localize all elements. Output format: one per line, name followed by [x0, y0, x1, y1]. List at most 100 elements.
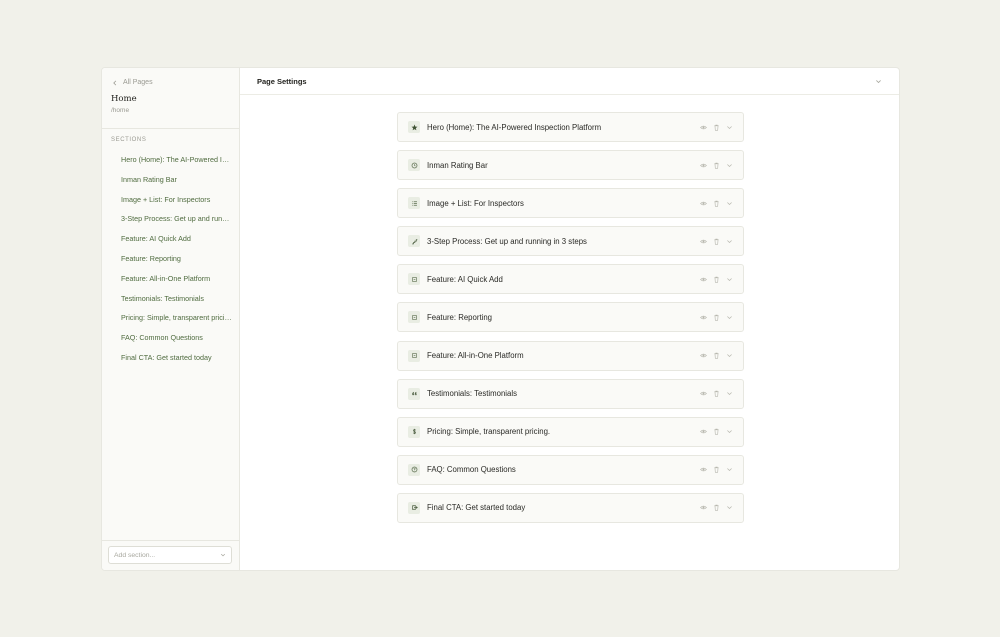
- section-card[interactable]: Testimonials: Testimonials: [397, 378, 744, 409]
- sidebar-item-faq[interactable]: FAQ: Common Questions: [102, 328, 239, 348]
- section-card[interactable]: Pricing: Simple, transparent pricing.: [397, 416, 744, 447]
- delete-button[interactable]: [713, 124, 720, 131]
- sidebar-item-feature-all-in-one[interactable]: Feature: All-in-One Platform: [102, 269, 239, 289]
- section-card-list: Hero (Home): The AI-Powered Inspection P…: [397, 112, 744, 531]
- section-card[interactable]: Image + List: For Inspectors: [397, 188, 744, 219]
- section-card[interactable]: Inman Rating Bar: [397, 150, 744, 181]
- chevron-down-icon: [727, 163, 732, 167]
- trash-icon: [714, 352, 719, 359]
- delete-button[interactable]: [713, 200, 720, 207]
- visibility-toggle[interactable]: [700, 466, 707, 473]
- delete-button[interactable]: [713, 466, 720, 473]
- quote-icon: [408, 387, 420, 400]
- add-section-select[interactable]: Add section...: [108, 546, 232, 564]
- section-card[interactable]: 3-Step Process: Get up and running in 3 …: [397, 226, 744, 257]
- trash-icon: [714, 238, 719, 245]
- expand-button[interactable]: [726, 124, 733, 131]
- section-card-label: Testimonials: Testimonials: [427, 389, 517, 399]
- trash-icon: [714, 390, 719, 397]
- question-icon: [408, 463, 420, 476]
- visibility-toggle[interactable]: [700, 276, 707, 283]
- expand-button[interactable]: [726, 238, 733, 245]
- sidebar-item-pricing[interactable]: Pricing: Simple, transparent pricing.: [102, 308, 239, 328]
- eye-icon: [700, 277, 707, 282]
- delete-button[interactable]: [713, 428, 720, 435]
- section-card-label: Hero (Home): The AI-Powered Inspection P…: [427, 122, 602, 132]
- expand-button[interactable]: [726, 314, 733, 321]
- eye-icon: [700, 391, 707, 396]
- section-card-actions: [700, 238, 733, 245]
- sections-heading: Sections: [111, 137, 147, 143]
- visibility-toggle[interactable]: [700, 314, 707, 321]
- chevron-down-icon: [727, 392, 732, 396]
- trash-icon: [714, 314, 719, 321]
- sidebar-item-feature-ai-quick-add[interactable]: Feature: AI Quick Add: [102, 229, 239, 249]
- delete-button[interactable]: [713, 504, 720, 512]
- section-card[interactable]: Feature: Reporting: [397, 302, 744, 333]
- visibility-toggle[interactable]: [700, 504, 707, 511]
- sidebar-item-final-cta[interactable]: Final CTA: Get started today: [102, 348, 239, 368]
- section-card[interactable]: Feature: AI Quick Add: [397, 264, 744, 295]
- expand-button[interactable]: [726, 390, 733, 397]
- expand-button[interactable]: [726, 466, 733, 473]
- expand-button[interactable]: [726, 352, 733, 359]
- section-card[interactable]: Hero (Home): The AI-Powered Inspection P…: [397, 112, 744, 142]
- star-icon: [408, 121, 420, 133]
- delete-button[interactable]: [713, 238, 720, 245]
- visibility-toggle[interactable]: [700, 162, 707, 169]
- visibility-toggle[interactable]: [700, 200, 707, 207]
- clock-icon: [408, 159, 420, 172]
- trash-icon: [714, 162, 719, 169]
- section-card-actions: [700, 314, 733, 321]
- section-card[interactable]: Feature: All-in-One Platform: [397, 340, 744, 371]
- all-pages-link[interactable]: All Pages: [102, 68, 239, 88]
- cta-icon: [408, 501, 420, 514]
- section-card-label: Final CTA: Get started today: [427, 503, 526, 513]
- expand-button[interactable]: [726, 276, 733, 283]
- chevron-down-icon: [727, 316, 732, 320]
- sidebar-item-rating-bar[interactable]: Inman Rating Bar: [102, 170, 239, 190]
- sidebar-item-feature-reporting[interactable]: Feature: Reporting: [102, 249, 239, 269]
- sidebar-item-3-step-process[interactable]: 3-Step Process: Get up and running in 3 …: [102, 209, 239, 229]
- feature-icon: [408, 311, 420, 324]
- visibility-toggle[interactable]: [700, 428, 707, 435]
- section-card[interactable]: Final CTA: Get started today: [397, 492, 744, 523]
- sidebar-item-testimonials[interactable]: Testimonials: Testimonials: [102, 289, 239, 309]
- section-card-actions: [700, 162, 733, 169]
- chevron-down-icon: [727, 468, 732, 472]
- delete-button[interactable]: [713, 162, 720, 169]
- section-card-actions: [700, 200, 733, 207]
- expand-button[interactable]: [726, 504, 733, 511]
- chevron-down-icon: [727, 506, 732, 510]
- visibility-toggle[interactable]: [700, 390, 707, 397]
- section-nav-list: Hero (Home): The AI-Powered Inspection P…: [102, 150, 239, 368]
- visibility-toggle[interactable]: [700, 124, 707, 131]
- expand-button[interactable]: [726, 200, 733, 207]
- section-card-label: FAQ: Common Questions: [427, 465, 516, 475]
- eye-icon: [700, 239, 707, 244]
- chevron-down-icon: [727, 201, 732, 205]
- delete-button[interactable]: [713, 276, 720, 283]
- section-card-label: Inman Rating Bar: [427, 160, 488, 170]
- chevron-down-icon: [727, 278, 732, 281]
- chevron-down-icon: [727, 354, 732, 358]
- feature-icon: [408, 273, 420, 286]
- expand-button[interactable]: [726, 428, 733, 435]
- section-card-actions: [700, 352, 733, 359]
- expand-button[interactable]: [726, 162, 733, 169]
- trash-icon: [714, 505, 719, 512]
- delete-button[interactable]: [713, 352, 720, 359]
- sidebar: All Pages Home /home Sections Hero (Home…: [102, 68, 240, 570]
- visibility-toggle[interactable]: [700, 352, 707, 359]
- visibility-toggle[interactable]: [700, 238, 707, 245]
- delete-button[interactable]: [713, 390, 720, 397]
- delete-button[interactable]: [713, 314, 720, 321]
- trash-icon: [714, 200, 719, 207]
- trash-icon: [714, 467, 719, 473]
- page-settings-toggle[interactable]: [873, 76, 883, 86]
- sidebar-item-hero[interactable]: Hero (Home): The AI-Powered Inspection P…: [102, 150, 239, 170]
- page-editor-window: All Pages Home /home Sections Hero (Home…: [101, 67, 900, 571]
- trash-icon: [714, 428, 719, 435]
- sidebar-item-image-list[interactable]: Image + List: For Inspectors: [102, 190, 239, 210]
- section-card[interactable]: FAQ: Common Questions: [397, 454, 744, 485]
